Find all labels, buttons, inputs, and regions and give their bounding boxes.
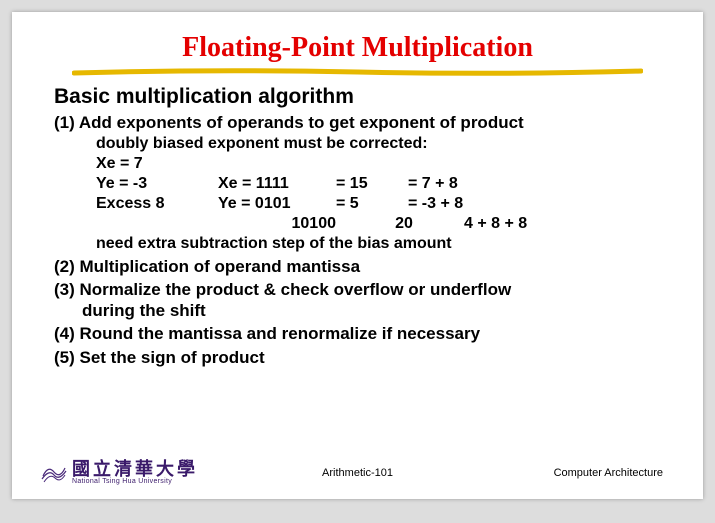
course-name: Computer Architecture [554, 467, 663, 479]
subtitle: Basic multiplication algorithm [54, 84, 661, 110]
eg-r1c1: Xe = 1111 [218, 174, 336, 194]
step-3-line2: during the shift [82, 300, 661, 321]
step-1-note: doubly biased exponent must be corrected… [96, 134, 661, 154]
university-logo: 國立清華大學 National Tsing Hua University [40, 460, 198, 485]
logo-chinese: 國立清華大學 [72, 460, 198, 478]
eg-r3c2: 20 [368, 214, 440, 234]
step-3: (3) Normalize the product & check overfl… [54, 279, 661, 322]
eg-r3c1: 10100 [218, 214, 368, 234]
eg-r3c3: 4 + 8 + 8 [440, 214, 574, 234]
step-3-line1: (3) Normalize the product & check overfl… [54, 280, 511, 299]
eg-ye: Ye = -3 [96, 174, 218, 194]
eg-r2c2: = 5 [336, 194, 408, 214]
title-underline [72, 68, 643, 74]
example-row-2: Ye = -3 Xe = 1111 = 15 = 7 + 8 [54, 174, 661, 194]
step-5: (5) Set the sign of product [54, 347, 661, 368]
slide-number: Arithmetic-101 [322, 467, 393, 479]
step-4: (4) Round the mantissa and renormalize i… [54, 323, 661, 344]
logo-english: National Tsing Hua University [72, 478, 198, 485]
slide: Floating-Point Multiplication Basic mult… [12, 12, 703, 499]
footer: 國立清華大學 National Tsing Hua University Ari… [12, 460, 703, 485]
eg-r1c3: = 7 + 8 [408, 174, 518, 194]
logo-text: 國立清華大學 National Tsing Hua University [72, 460, 198, 485]
step-2: (2) Multiplication of operand mantissa [54, 256, 661, 277]
example-row-4: 10100 20 4 + 8 + 8 [54, 214, 661, 234]
slide-content: Basic multiplication algorithm (1) Add e… [12, 84, 703, 368]
example-row-1: Xe = 7 [54, 154, 661, 174]
eg-r1c2: = 15 [336, 174, 408, 194]
example-row-3: Excess 8 Ye = 0101 = 5 = -3 + 8 [54, 194, 661, 214]
eg-r2c1: Ye = 0101 [218, 194, 336, 214]
logo-icon [40, 462, 68, 484]
eg-xe: Xe = 7 [96, 154, 218, 174]
eg-excess: Excess 8 [96, 194, 218, 214]
step-1-conclusion: need extra subtraction step of the bias … [96, 234, 661, 254]
step-1-heading: (1) Add exponents of operands to get exp… [54, 112, 661, 133]
slide-title: Floating-Point Multiplication [12, 12, 703, 68]
eg-r2c3: = -3 + 8 [408, 194, 518, 214]
